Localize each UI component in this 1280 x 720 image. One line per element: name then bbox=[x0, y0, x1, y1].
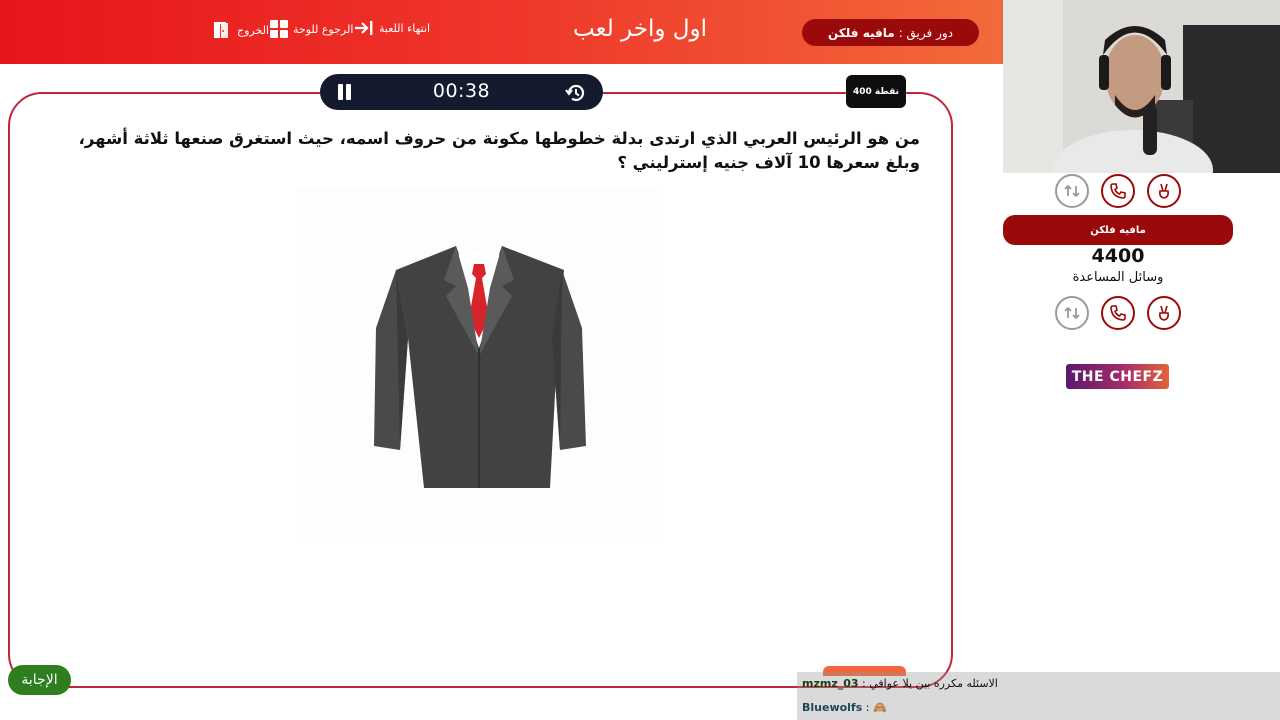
game-title: اول واخر لعب bbox=[573, 16, 707, 42]
helps-label: وسائل المساعدة bbox=[1072, 270, 1164, 285]
lifelines-row-bottom bbox=[1055, 296, 1181, 330]
back-to-board-label: الرجوع للوحة bbox=[293, 22, 354, 36]
points-badge: 400 نقطة bbox=[846, 75, 906, 108]
history-reset-icon[interactable] bbox=[565, 82, 587, 104]
streamer-webcam-image bbox=[1003, 0, 1280, 173]
door-exit-icon bbox=[214, 22, 228, 38]
chat-username: Bluewolfs bbox=[802, 701, 863, 714]
team-turn-pill: دور فريق : مافيه فلكن bbox=[802, 19, 979, 46]
game-page: الخروج الرجوع للوحة انتهاء اللعبة اول وا… bbox=[0, 0, 1280, 720]
exit-button[interactable]: الخروج bbox=[212, 20, 269, 40]
grid-board-icon bbox=[270, 20, 288, 38]
peace-hand-lifeline-icon bbox=[1159, 183, 1169, 199]
arrow-end-icon bbox=[355, 21, 373, 35]
phone-lifeline-bottom[interactable] bbox=[1101, 296, 1135, 330]
question-text: من هو الرئيس العربي الذي ارتدى بدلة خطوط… bbox=[78, 129, 920, 172]
exit-label: الخروج bbox=[237, 23, 269, 37]
chat-message: mzmz_03 : الاسئله مكرره بين يلا عوافي bbox=[802, 677, 998, 690]
swap-lifeline-top[interactable] bbox=[1055, 174, 1089, 208]
webcam-feed bbox=[1003, 0, 1280, 173]
peace-lifeline-top[interactable] bbox=[1147, 174, 1181, 208]
phone-lifeline-icon bbox=[1110, 305, 1126, 321]
chat-username: mzmz_03 bbox=[802, 677, 859, 690]
answer-button[interactable]: الإجابة bbox=[8, 665, 71, 695]
end-game-button[interactable]: انتهاء اللعبة bbox=[354, 20, 430, 36]
swap-lifeline-bottom[interactable] bbox=[1055, 296, 1089, 330]
timer-bar: 00:38 bbox=[320, 74, 603, 110]
sponsor-logo: THE CHEFZ bbox=[1066, 364, 1169, 389]
peace-lifeline-bottom[interactable] bbox=[1147, 296, 1181, 330]
phone-lifeline-top[interactable] bbox=[1101, 174, 1135, 208]
end-game-label: انتهاء اللعبة bbox=[379, 21, 431, 35]
team-score: 4400 bbox=[1091, 245, 1145, 267]
team-name-bar: مافيه فلكن bbox=[1003, 215, 1233, 245]
team-turn-name: مافيه فلكن bbox=[828, 25, 895, 40]
chat-message: Bluewolfs : 🙈 bbox=[802, 701, 887, 714]
chat-text: : الاسئله مكرره بين يلا عوافي bbox=[862, 677, 998, 690]
swap-lifeline-icon bbox=[1064, 306, 1080, 320]
swap-lifeline-icon bbox=[1064, 184, 1080, 198]
team-turn-prefix: دور فريق : bbox=[898, 25, 953, 40]
top-header-bar: الخروج الرجوع للوحة انتهاء اللعبة اول وا… bbox=[0, 0, 1003, 64]
chat-overlay: mzmz_03 : الاسئله مكرره بين يلا عوافي Bl… bbox=[797, 672, 1280, 720]
lifelines-row-top bbox=[1055, 174, 1181, 208]
chat-text: : 🙈 bbox=[865, 701, 887, 714]
question-image bbox=[296, 188, 662, 543]
suit-jacket-image bbox=[374, 244, 586, 488]
phone-lifeline-icon bbox=[1110, 183, 1126, 199]
back-to-board-button[interactable]: الرجوع للوحة bbox=[270, 20, 353, 38]
peace-hand-lifeline-icon bbox=[1159, 305, 1169, 321]
timer-display: 00:38 bbox=[432, 80, 491, 102]
